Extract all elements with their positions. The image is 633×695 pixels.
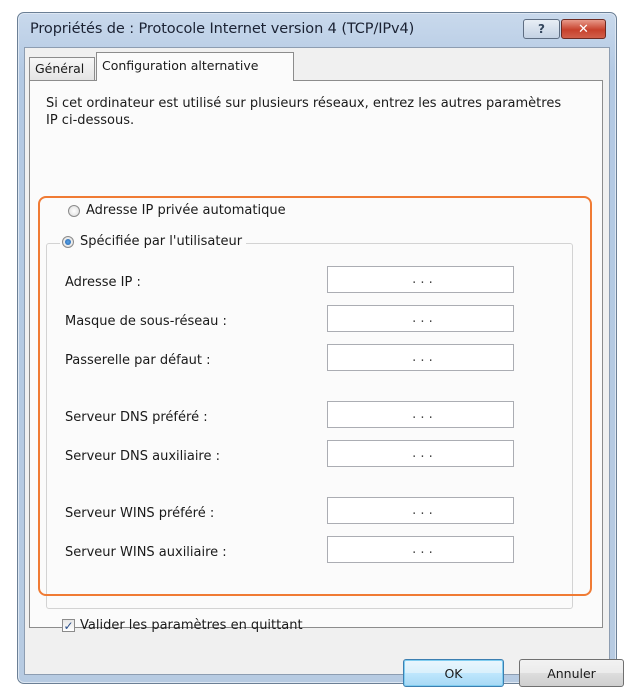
radio-button-user[interactable] [62,235,74,248]
validate-settings-checkbox-row[interactable]: ✓ Valider les paramètres en quittant [62,618,303,633]
subnet-mask-input[interactable]: . . . [327,305,514,332]
preferred-wins-input[interactable]: . . . [327,497,514,524]
radio-user-specified[interactable]: Spécifiée par l'utilisateur [60,234,247,249]
tab-panel: Si cet ordinateur est utilisé sur plusie… [29,80,603,633]
radio-user-label: Spécifiée par l'utilisateur [80,234,243,249]
validate-settings-checkbox[interactable]: ✓ [62,619,75,632]
alternate-wins-label: Serveur WINS auxiliaire : [65,545,227,560]
preferred-dns-input[interactable]: . . . [327,401,514,428]
checkmark-icon: ✓ [63,618,74,633]
alternate-dns-input[interactable]: . . . [327,440,514,467]
ok-button[interactable]: OK [403,659,504,687]
help-button[interactable]: ? [523,19,560,39]
dialog-client-area: Général Configuration alternative Si cet… [24,47,624,687]
tab-alternate-configuration[interactable]: Configuration alternative [96,52,294,81]
help-icon: ? [538,22,545,36]
alternate-wins-input[interactable]: . . . [327,536,514,563]
ip-address-label: Adresse IP : [65,275,141,290]
default-gateway-label: Passerelle par défaut : [65,353,211,368]
cancel-button[interactable]: Annuler [519,659,624,687]
radio-button-auto[interactable] [68,204,80,217]
default-gateway-input[interactable]: . . . [327,344,514,371]
ip-address-input[interactable]: . . . [327,266,514,293]
dialog-window: Propriétés de : Protocole Internet versi… [17,12,624,687]
validate-settings-label: Valider les paramètres en quittant [80,618,303,633]
subnet-mask-label: Masque de sous-réseau : [65,314,227,329]
alternate-dns-label: Serveur DNS auxiliaire : [65,449,221,464]
close-icon: ✕ [578,21,589,37]
radio-auto-private-ip[interactable]: Adresse IP privée automatique [68,203,286,218]
preferred-dns-label: Serveur DNS préféré : [65,410,208,425]
close-button[interactable]: ✕ [561,19,606,39]
window-title: Propriétés de : Protocole Internet versi… [30,21,415,37]
description-text: Si cet ordinateur est utilisé sur plusie… [46,96,562,128]
radio-auto-label: Adresse IP privée automatique [86,203,286,218]
tab-general[interactable]: Général [29,57,95,80]
preferred-wins-label: Serveur WINS préféré : [65,506,215,521]
